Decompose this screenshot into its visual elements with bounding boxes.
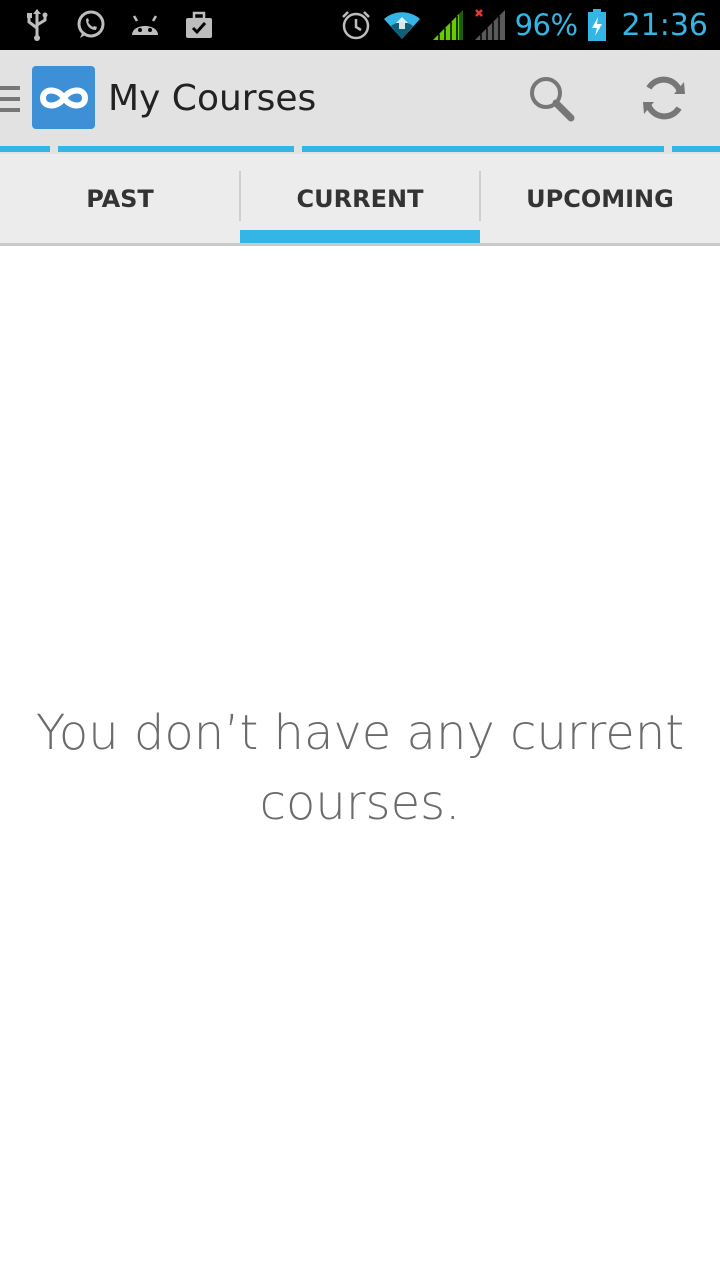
action-bar: My Courses [0, 50, 720, 146]
selected-tab-indicator [240, 230, 480, 243]
battery-charging-icon [586, 8, 608, 42]
usb-icon [20, 8, 54, 42]
accent-segment [58, 146, 294, 152]
course-tabs: PAST CURRENT UPCOMING [0, 154, 720, 246]
accent-segment [672, 146, 720, 152]
briefcase-icon [182, 8, 216, 42]
drawer-menu-icon[interactable] [0, 86, 20, 112]
tab-upcoming[interactable]: UPCOMING [480, 154, 720, 243]
search-button[interactable] [523, 70, 579, 126]
wifi-icon [381, 8, 423, 42]
battery-percent: 96% [514, 8, 578, 42]
infinity-logo-icon[interactable] [32, 66, 95, 129]
alarm-icon [339, 8, 373, 42]
signal-icon [431, 8, 465, 42]
notification-icons [20, 0, 216, 50]
page-title: My Courses [108, 78, 317, 119]
accent-segment [302, 146, 664, 152]
status-bar: 96% 21:36 [0, 0, 720, 50]
search-icon [530, 77, 575, 122]
tab-past[interactable]: PAST [0, 154, 240, 243]
refresh-button[interactable] [636, 70, 692, 126]
accent-segment [0, 146, 50, 152]
signal-nodata-icon [473, 8, 507, 42]
refresh-icon [643, 76, 685, 120]
android-icon [128, 8, 162, 42]
tab-strip-accent [0, 146, 720, 154]
status-clock: 21:36 [621, 7, 708, 43]
empty-state-message: You don’t have any current courses. [35, 705, 685, 831]
whatsapp-icon [74, 8, 108, 42]
system-icons: 96% 21:36 [339, 0, 708, 50]
